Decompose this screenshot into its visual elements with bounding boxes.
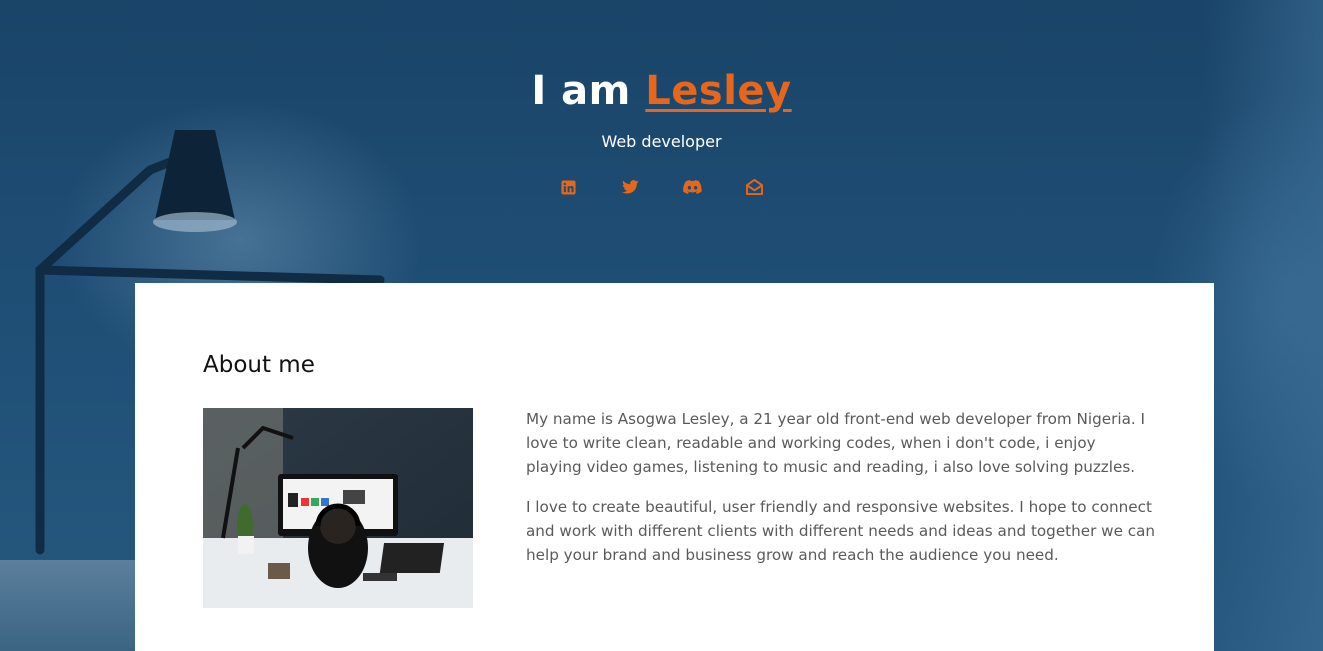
desk-surface bbox=[0, 560, 150, 651]
about-section: About me My name is Asogwa Lesley, a 21 … bbox=[135, 283, 1214, 651]
workspace-photo-graphic bbox=[203, 408, 473, 608]
twitter-link[interactable] bbox=[619, 178, 643, 196]
hero-subtitle: Web developer bbox=[601, 132, 722, 151]
about-paragraph-1: My name is Asogwa Lesley, a 21 year old … bbox=[526, 410, 1146, 476]
about-paragraph-2: I love to create beautiful, user friendl… bbox=[526, 498, 1156, 564]
hero-header: I am Lesley Web developer bbox=[0, 64, 1323, 196]
email-icon bbox=[746, 179, 763, 195]
linkedin-link[interactable] bbox=[557, 178, 581, 196]
twitter-icon bbox=[622, 180, 639, 194]
title-name-link[interactable]: Lesley bbox=[645, 68, 791, 114]
hero-title: I am Lesley bbox=[0, 64, 1323, 118]
linkedin-icon bbox=[561, 179, 576, 195]
title-prefix: I am bbox=[531, 68, 631, 114]
workspace-photo bbox=[203, 408, 473, 608]
about-text: My name is Asogwa Lesley, a 21 year old … bbox=[526, 407, 1156, 567]
discord-icon bbox=[683, 180, 702, 194]
discord-link[interactable] bbox=[681, 178, 705, 196]
about-heading: About me bbox=[203, 352, 315, 378]
email-link[interactable] bbox=[743, 178, 767, 196]
social-links bbox=[0, 178, 1323, 196]
